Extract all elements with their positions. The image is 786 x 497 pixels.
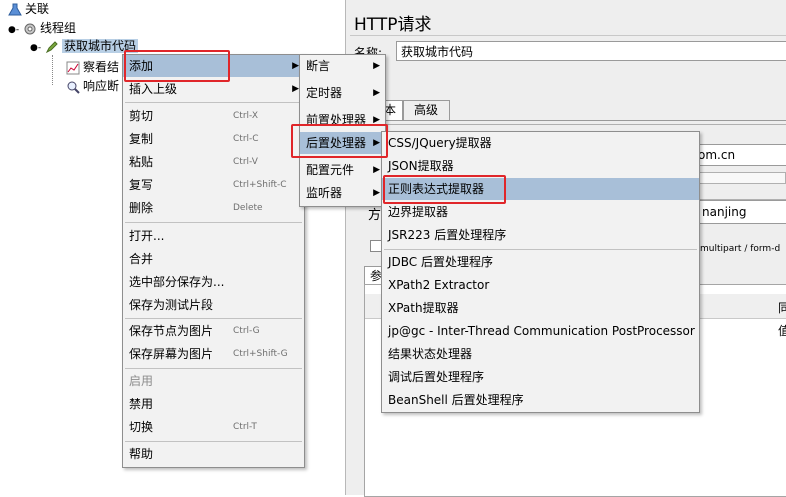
menu-item-merge[interactable]: 合并: [123, 248, 304, 270]
menu-item-open[interactable]: 打开...: [123, 225, 304, 247]
menu-item-config-element[interactable]: 配置元件 ▶: [300, 159, 385, 181]
flask-icon: [8, 3, 22, 15]
submenu-arrow-icon: ▶: [373, 188, 380, 198]
menu-item-cut[interactable]: 剪切 Ctrl-X: [123, 105, 304, 127]
chart-icon: [66, 61, 80, 74]
magnifier-icon: [67, 81, 80, 94]
menu-item-result-status-handler[interactable]: 结果状态处理器: [382, 343, 699, 365]
menu-item-boundary-extractor[interactable]: 边界提取器: [382, 201, 699, 223]
highlight-annotation-regex-extractor: [383, 175, 506, 204]
tree-node-listener[interactable]: 察看结: [66, 58, 119, 76]
submenu-arrow-icon: ▶: [292, 84, 299, 94]
menu-separator: [125, 222, 302, 223]
highlight-annotation-postprocessor: [291, 124, 388, 158]
menu-item-disable[interactable]: 禁用: [123, 393, 304, 415]
menu-item-inter-thread-postprocessor[interactable]: jp@gc - Inter-Thread Communication PostP…: [382, 320, 699, 342]
tree-node-sampler[interactable]: ●- 获取城市代码: [30, 37, 138, 55]
menu-item-xpath-extractor[interactable]: XPath提取器: [382, 297, 699, 319]
menu-item-paste[interactable]: 粘贴 Ctrl-V: [123, 151, 304, 173]
menu-item-delete[interactable]: 删除 Delete: [123, 197, 304, 219]
column-header: 同: [778, 301, 786, 315]
menu-separator: [125, 318, 302, 319]
tree-connector: [52, 55, 54, 85]
menu-item-save-fragment[interactable]: 保存为测试片段: [123, 294, 304, 316]
menu-separator: [384, 249, 697, 250]
multipart-label: 用multipart / form-d: [691, 244, 781, 254]
tree-node-root[interactable]: 关联: [8, 0, 49, 18]
tab-advanced[interactable]: 高级: [402, 100, 450, 120]
submenu-arrow-icon: ▶: [373, 165, 380, 175]
menu-item-enable: 启用: [129, 374, 154, 388]
menu-item-copy[interactable]: 复制 Ctrl-C: [123, 128, 304, 150]
menu-item-save-screen-image[interactable]: 保存屏幕为图片 Ctrl+Shift-G: [123, 343, 304, 365]
submenu-arrow-icon: ▶: [292, 61, 299, 71]
pen-icon: [45, 40, 58, 53]
menu-item-assertion[interactable]: 断言 ▶: [300, 55, 385, 77]
server-value: om.cn: [698, 148, 736, 162]
menu-item-save-node-image[interactable]: 保存节点为图片 Ctrl-G: [123, 320, 304, 342]
context-menu: 添加 ▶ 插入上级 ▶ 剪切 Ctrl-X 复制 Ctrl-C 粘贴 Ctrl-V 复写 C…: [122, 54, 305, 468]
menu-separator: [125, 102, 302, 103]
menu-item-duplicate[interactable]: 复写 Ctrl+Shift-C: [123, 174, 304, 196]
tree-node-thread-group[interactable]: ●- 线程组: [8, 19, 76, 37]
menu-item-jdbc-postprocessor[interactable]: JDBC 后置处理程序: [382, 251, 699, 273]
expand-toggle-icon[interactable]: ●-: [8, 25, 19, 35]
path-value: nanjing: [702, 205, 747, 219]
menu-separator: [125, 441, 302, 442]
panel-title: HTTP请求: [354, 15, 432, 35]
submenu-arrow-icon: ▶: [373, 61, 380, 71]
title-divider: [350, 35, 786, 36]
menu-item-save-selection[interactable]: 选中部分保存为...: [123, 271, 304, 293]
tree-node-assertion[interactable]: 响应断: [66, 77, 119, 95]
menu-item-toggle[interactable]: 切换 Ctrl-T: [123, 416, 304, 438]
submenu-arrow-icon: ▶: [373, 88, 380, 98]
menu-item-debug-postprocessor[interactable]: 调试后置处理程序: [382, 366, 699, 388]
menu-item-listener[interactable]: 监听器 ▶: [300, 182, 385, 204]
menu-item-beanshell-postprocessor[interactable]: BeanShell 后置处理程序: [382, 389, 699, 411]
menu-item-jsr223-postprocessor[interactable]: JSR223 后置处理程序: [382, 224, 699, 246]
name-field[interactable]: [396, 41, 786, 61]
menu-item-timer[interactable]: 定时器 ▶: [300, 82, 385, 104]
expand-toggle-icon[interactable]: ●-: [30, 43, 41, 53]
highlight-annotation-add: [124, 50, 230, 82]
menu-item-css-jquery-extractor[interactable]: CSS/JQuery提取器: [382, 132, 699, 154]
postprocessor-submenu: CSS/JQuery提取器 JSON提取器 正则表达式提取器 边界提取器 JSR…: [381, 131, 700, 413]
path-strip: [686, 172, 786, 184]
menu-separator: [125, 368, 302, 369]
menu-item-xpath2-extractor[interactable]: XPath2 Extractor: [382, 274, 699, 296]
menu-item-json-extractor[interactable]: JSON提取器: [382, 155, 699, 177]
menu-item-help[interactable]: 帮助: [123, 443, 304, 465]
gear-icon: [24, 23, 36, 34]
column-header: 值: [778, 324, 786, 338]
